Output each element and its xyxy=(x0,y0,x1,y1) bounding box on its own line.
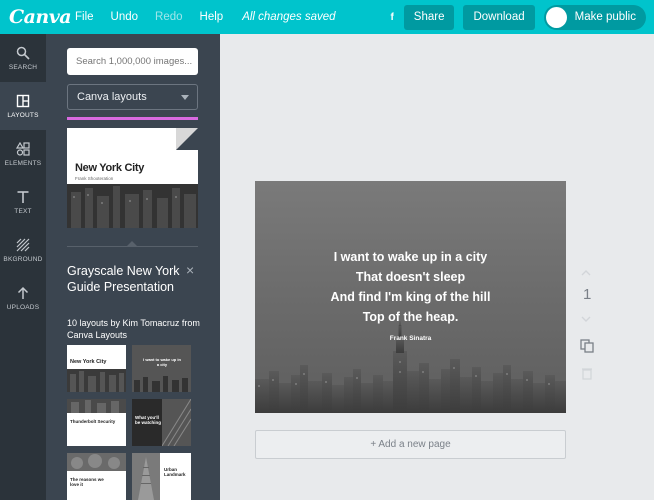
search-icon xyxy=(16,46,30,60)
redo-button[interactable]: Redo xyxy=(155,11,183,23)
make-public-label: Make public xyxy=(574,11,636,23)
thumb-title: New York City xyxy=(75,162,145,174)
layout-thumb-1-label: New York City xyxy=(70,359,107,365)
layout-thumb-1[interactable]: New York City xyxy=(67,345,126,392)
thumb-subtitle: Frank Shooteration xyxy=(75,176,114,181)
editor-canvas-area: I want to wake up in a city That doesn't… xyxy=(220,34,654,500)
city-skyline-image xyxy=(67,184,198,228)
rail-item-search[interactable]: SEARCH xyxy=(0,34,46,82)
divider-pointer xyxy=(126,241,138,247)
toolbar-right: f Share Download Make public xyxy=(390,0,654,34)
chevron-down-icon xyxy=(181,95,189,100)
share-button[interactable]: Share xyxy=(403,4,455,30)
design-page[interactable]: I want to wake up in a city That doesn't… xyxy=(255,181,566,413)
rail-item-uploads[interactable]: UPLOADS xyxy=(0,274,46,322)
layout-thumb-3[interactable]: Thunderbolt Security xyxy=(67,399,126,446)
flatiron-image xyxy=(132,453,160,500)
elements-icon xyxy=(16,141,30,156)
canva-logo[interactable]: Canva xyxy=(9,6,72,28)
layout-source-value: Canva layouts xyxy=(77,91,147,103)
skyline-image xyxy=(134,376,188,392)
rail-item-layouts[interactable]: LAYOUTS xyxy=(0,82,46,130)
rail-item-text[interactable]: TEXT xyxy=(0,178,46,226)
layout-pack-subtitle: 10 layouts by Kim Tomacruz from Canva La… xyxy=(67,318,200,340)
help-menu[interactable]: Help xyxy=(200,11,224,23)
layout-thumb-6[interactable]: The reasons we love it xyxy=(67,453,126,500)
left-rail: SEARCH LAYOUTS ELEMENTS TEXT BKGROUND UP… xyxy=(0,34,46,500)
arrow-down-icon[interactable] xyxy=(579,312,593,326)
download-button[interactable]: Download xyxy=(463,4,535,30)
quote-line: That doesn't sleep xyxy=(355,270,466,284)
background-icon xyxy=(16,238,30,251)
copy-page-icon[interactable] xyxy=(579,338,595,354)
layout-thumb-5-label: Urban Landmark xyxy=(164,467,186,477)
trash-icon[interactable] xyxy=(580,366,594,380)
skyline-image xyxy=(67,369,126,392)
rail-label-elements: ELEMENTS xyxy=(4,159,42,167)
street-image xyxy=(67,399,126,413)
facebook-icon[interactable]: f xyxy=(390,12,393,23)
text-icon xyxy=(17,190,29,203)
quote-line: I want to wake up in a city xyxy=(333,250,488,264)
layout-thumb-4[interactable]: What you'll be watching xyxy=(132,399,191,446)
layout-thumb-2-label: I want to wake up in a city xyxy=(143,357,181,367)
upload-arrow-icon xyxy=(17,286,29,299)
image-search-input[interactable] xyxy=(67,48,198,75)
quote-line: And find I'm king of the hill xyxy=(330,290,491,304)
rail-label-background: BKGROUND xyxy=(3,255,43,263)
rail-label-text: TEXT xyxy=(14,207,32,215)
layout-thumb-3-label: Thunderbolt Security xyxy=(70,419,116,424)
rail-item-elements[interactable]: ELEMENTS xyxy=(0,130,46,178)
page-number: 1 xyxy=(583,286,592,303)
bridge-image xyxy=(162,399,191,446)
quote-author[interactable]: Frank Sinatra xyxy=(255,335,566,342)
layout-source-select[interactable]: Canva layouts xyxy=(67,84,198,110)
layout-pack-title: Grayscale New York Guide Presentation xyxy=(67,264,180,294)
layout-thumb-5[interactable]: Urban Landmark xyxy=(132,453,191,500)
rail-label-search: SEARCH xyxy=(8,63,38,71)
layout-thumb-6-label: The reasons we love it xyxy=(70,477,104,487)
page-curl-icon xyxy=(176,128,198,150)
top-bar: Canva File Undo Redo Help All changes sa… xyxy=(0,0,654,34)
close-icon[interactable]: × xyxy=(186,262,194,278)
quote-line: Top of the heap. xyxy=(362,310,459,324)
layouts-panel: Canva layouts New York City Frank Shoote… xyxy=(46,34,220,500)
rail-label-layouts: LAYOUTS xyxy=(7,111,39,119)
save-status: All changes saved xyxy=(242,11,336,23)
quote-text[interactable]: I want to wake up in a city That doesn't… xyxy=(255,247,566,327)
main-menu: File Undo Redo Help All changes saved xyxy=(75,11,353,23)
layout-thumb-2[interactable]: I want to wake up in a city xyxy=(132,345,191,392)
layouts-icon xyxy=(16,94,30,107)
undo-button[interactable]: Undo xyxy=(111,11,139,23)
rail-label-uploads: UPLOADS xyxy=(6,303,40,311)
toggle-knob xyxy=(545,6,567,28)
rail-item-background[interactable]: BKGROUND xyxy=(0,226,46,274)
layout-thumb-4-label: What you'll be watching xyxy=(135,415,162,425)
park-image xyxy=(67,453,126,471)
layout-thumbnail-new-york[interactable]: New York City Frank Shooteration xyxy=(67,128,198,228)
file-menu[interactable]: File xyxy=(75,11,94,23)
arrow-up-icon[interactable] xyxy=(579,266,593,280)
make-public-toggle[interactable]: Make public xyxy=(543,4,646,30)
add-page-button[interactable]: + Add a new page xyxy=(255,430,566,459)
layout-scroll-indicator xyxy=(67,117,198,120)
